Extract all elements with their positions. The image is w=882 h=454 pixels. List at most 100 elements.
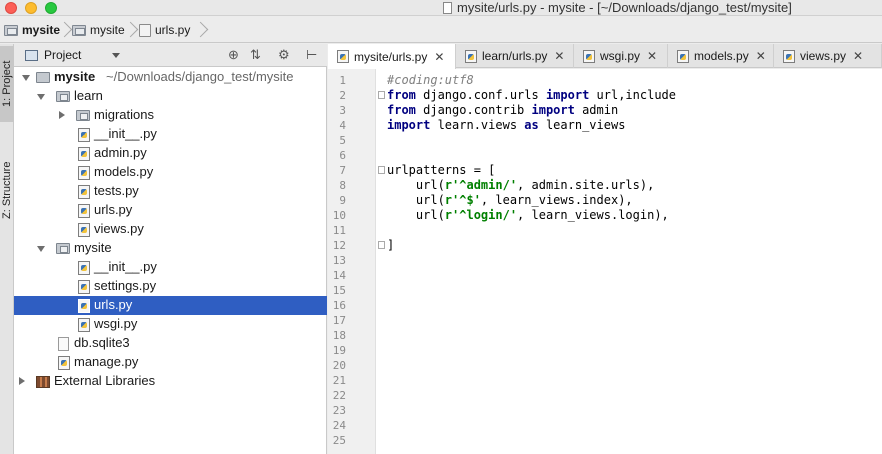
line-number: 1 [339, 74, 346, 87]
tree-item-file[interactable]: wsgi.py [14, 315, 327, 334]
code-keyword: import [387, 118, 431, 132]
library-icon [36, 376, 50, 388]
tree-item-label: __init__.py [94, 126, 157, 141]
tree-item-file[interactable]: manage.py [14, 353, 327, 372]
python-file-icon [78, 299, 90, 313]
fold-marker-icon[interactable] [378, 91, 385, 99]
window-title: mysite/urls.py - mysite - [~/Downloads/d… [457, 0, 792, 15]
line-number: 8 [339, 179, 346, 192]
minimize-window-button[interactable] [25, 2, 37, 14]
collapse-all-icon[interactable]: ⇅ [250, 48, 261, 62]
tree-item-file[interactable]: models.py [14, 163, 327, 182]
expand-arrow-icon[interactable] [37, 246, 45, 252]
tab-views[interactable]: views.py ✕ [774, 44, 882, 68]
line-number: 7 [339, 164, 346, 177]
project-panel-header: Project ⊕ ⇅ ⚙ ⊢ [14, 44, 327, 67]
line-number: 17 [332, 314, 346, 327]
line-number: 22 [332, 389, 346, 402]
chevron-down-icon[interactable] [112, 53, 120, 58]
close-icon[interactable]: ✕ [756, 49, 766, 63]
collapsed-arrow-icon[interactable] [19, 377, 25, 385]
code-keyword: from [387, 103, 416, 117]
expand-arrow-icon[interactable] [22, 75, 30, 81]
code-line-9: url(r'^$', learn_views.index), [387, 193, 633, 208]
tree-item-root[interactable]: mysite ~/Downloads/django_test/mysite [14, 68, 327, 87]
code-text: url( [387, 208, 445, 222]
tool-tab-structure[interactable]: Z: Structure [0, 142, 14, 238]
close-icon[interactable]: ✕ [554, 49, 564, 63]
package-icon [72, 24, 86, 36]
tree-item-learn[interactable]: learn [14, 87, 327, 106]
tree-item-file[interactable]: db.sqlite3 [14, 334, 327, 353]
maximize-window-button[interactable] [45, 2, 57, 14]
python-file-icon [583, 49, 595, 63]
close-window-button[interactable] [5, 2, 17, 14]
tab-models[interactable]: models.py ✕ [668, 44, 774, 68]
line-number: 3 [339, 104, 346, 117]
tree-item-label: settings.py [94, 278, 157, 293]
tree-item-file[interactable]: urls.py [14, 201, 327, 220]
tree-item-label: db.sqlite3 [74, 335, 130, 350]
python-file-icon [78, 185, 90, 199]
fold-marker-icon[interactable] [378, 241, 385, 249]
tree-item-migrations[interactable]: migrations [14, 106, 327, 125]
package-icon [56, 243, 70, 254]
line-number: 12 [332, 239, 346, 252]
breadcrumb-item-root[interactable]: mysite [4, 17, 60, 43]
code-text: url( [387, 193, 445, 207]
tree-item-label: learn [74, 88, 103, 103]
tree-item-file-selected[interactable]: urls.py [14, 296, 327, 315]
fold-marker-icon[interactable] [378, 166, 385, 174]
breadcrumb-item-package[interactable]: mysite [72, 17, 125, 43]
expand-arrow-icon[interactable] [37, 94, 45, 100]
project-tree: mysite ~/Downloads/django_test/mysite le… [14, 67, 327, 454]
tab-label: models.py [694, 49, 749, 63]
hide-panel-icon[interactable]: ⊢ [306, 48, 317, 62]
folder-icon [4, 24, 18, 36]
gear-icon[interactable]: ⚙ [278, 48, 290, 62]
tree-item-external-libraries[interactable]: External Libraries [14, 372, 327, 391]
breadcrumb-item-file[interactable]: urls.py [139, 17, 190, 43]
close-icon[interactable]: ✕ [647, 49, 657, 63]
python-file-icon [677, 49, 689, 63]
python-file-icon [78, 261, 90, 275]
code-keyword: import [545, 88, 590, 102]
python-file-icon [465, 49, 477, 63]
tree-item-mysite-package[interactable]: mysite [14, 239, 327, 258]
code-keyword: as [524, 118, 539, 132]
python-file-icon [78, 280, 90, 294]
chevron-right-icon [128, 21, 136, 39]
tab-learn-urls[interactable]: learn/urls.py ✕ [456, 44, 574, 68]
tree-item-label: wsgi.py [94, 316, 138, 331]
tree-item-label: manage.py [74, 354, 139, 369]
code-line-1: #coding:utf8 [387, 73, 474, 88]
tree-item-label: models.py [94, 164, 154, 179]
code-keyword: import [531, 103, 575, 117]
tree-item-label: migrations [94, 107, 154, 122]
document-icon [443, 2, 452, 14]
collapsed-arrow-icon[interactable] [59, 111, 65, 119]
tree-item-file[interactable]: tests.py [14, 182, 327, 201]
tree-item-file[interactable]: views.py [14, 220, 327, 239]
target-icon[interactable]: ⊕ [228, 48, 239, 62]
tree-item-file[interactable]: admin.py [14, 144, 327, 163]
python-file-icon [78, 128, 90, 142]
close-icon[interactable]: ✕ [853, 49, 863, 63]
project-view-selector[interactable]: Project [44, 48, 81, 62]
code-text: url( [387, 178, 445, 192]
tree-item-path: ~/Downloads/django_test/mysite [106, 69, 294, 84]
tab-wsgi[interactable]: wsgi.py ✕ [574, 44, 668, 68]
tree-item-file[interactable]: __init__.py [14, 258, 327, 277]
tree-item-file[interactable]: settings.py [14, 277, 327, 296]
code-line-12: ] [387, 238, 394, 253]
line-number: 5 [339, 134, 346, 147]
tool-tab-project[interactable]: 1: Project [0, 46, 14, 122]
code-line-4: import learn.views as learn_views [387, 118, 625, 133]
tab-mysite-urls[interactable]: mysite/urls.py ✕ [328, 44, 456, 69]
line-number: 6 [339, 149, 346, 162]
tree-item-file[interactable]: __init__.py [14, 125, 327, 144]
tree-item-label: admin.py [94, 145, 147, 160]
code-editor[interactable]: 1 2 3 4 5 6 7 8 9 10 11 12 13 14 15 16 1… [328, 69, 882, 454]
close-icon[interactable]: ✕ [434, 50, 444, 64]
code-line-10: url(r'^login/', learn_views.login), [387, 208, 669, 223]
